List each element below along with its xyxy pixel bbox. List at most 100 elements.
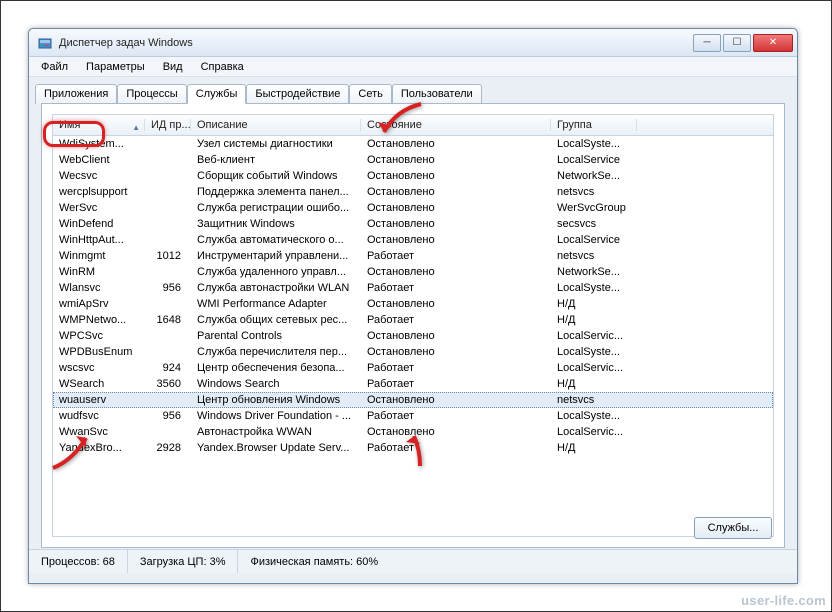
- cell-desc: Служба удаленного управл...: [191, 266, 361, 278]
- cell-name: WerSvc: [53, 202, 145, 214]
- tab-2[interactable]: Службы: [187, 84, 247, 104]
- cell-group: LocalSyste...: [551, 346, 773, 358]
- menu-file[interactable]: Файл: [33, 59, 76, 75]
- column-state[interactable]: Состояние: [361, 119, 551, 131]
- cell-state: Остановлено: [361, 298, 551, 310]
- cell-name: WMPNetwo...: [53, 314, 145, 326]
- service-row[interactable]: YandexBro...2928Yandex.Browser Update Se…: [53, 440, 773, 456]
- cell-state: Остановлено: [361, 218, 551, 230]
- service-row[interactable]: WerSvcСлужба регистрации ошибо...Останов…: [53, 200, 773, 216]
- tab-5[interactable]: Пользователи: [392, 84, 482, 104]
- services-panel: Имя▲ ИД пр... Описание Состояние Группа …: [41, 103, 785, 548]
- cell-desc: Автонастройка WWAN: [191, 426, 361, 438]
- menu-options[interactable]: Параметры: [78, 59, 153, 75]
- cell-state: Остановлено: [361, 202, 551, 214]
- service-row[interactable]: WPDBusEnumСлужба перечислителя пер...Ост…: [53, 344, 773, 360]
- cell-group: netsvcs: [551, 394, 773, 406]
- cell-state: Работает: [361, 410, 551, 422]
- column-name[interactable]: Имя▲: [53, 119, 145, 131]
- cell-name: WebClient: [53, 154, 145, 166]
- status-processes: Процессов: 68: [29, 550, 128, 573]
- table-header: Имя▲ ИД пр... Описание Состояние Группа: [53, 115, 773, 136]
- cell-name: Wlansvc: [53, 282, 145, 294]
- cell-desc: Поддержка элемента панел...: [191, 186, 361, 198]
- cell-group: NetworkSe...: [551, 170, 773, 182]
- status-bar: Процессов: 68 Загрузка ЦП: 3% Физическая…: [29, 549, 797, 573]
- cell-name: WPCSvc: [53, 330, 145, 342]
- cell-group: LocalSyste...: [551, 282, 773, 294]
- service-row[interactable]: WinDefend Защитник WindowsОстановленоsecs…: [53, 216, 773, 232]
- cell-state: Работает: [361, 282, 551, 294]
- cell-name: WinDefend: [53, 218, 145, 230]
- tab-3[interactable]: Быстродействие: [246, 84, 349, 104]
- cell-pid: 3560: [145, 378, 191, 390]
- minimize-button[interactable]: ─: [693, 34, 721, 52]
- cell-group: Н/Д: [551, 378, 773, 390]
- services-button[interactable]: Службы...: [694, 517, 772, 539]
- cell-pid: 2928: [145, 442, 191, 454]
- service-row[interactable]: WecsvcСборщик событий WindowsОстановлено…: [53, 168, 773, 184]
- service-row[interactable]: wercplsupport Поддержка элемента панел...…: [53, 184, 773, 200]
- column-group[interactable]: Группа: [551, 119, 637, 131]
- service-row[interactable]: WebClientВеб-клиентОстановленоLocalServi…: [53, 152, 773, 168]
- cell-name: wmiApSrv: [53, 298, 145, 310]
- service-row[interactable]: WinHttpAut...Служба автоматического о...…: [53, 232, 773, 248]
- tab-0[interactable]: Приложения: [35, 84, 117, 104]
- service-row[interactable]: Wlansvc956Служба автонастройки WLANРабот…: [53, 280, 773, 296]
- sort-indicator-icon: ▲: [132, 123, 140, 131]
- app-icon: [37, 35, 53, 51]
- service-row[interactable]: WSearch3560Windows SearchРаботаетН/Д: [53, 376, 773, 392]
- cell-group: LocalService: [551, 154, 773, 166]
- cell-name: wercplsupport: [53, 186, 145, 198]
- titlebar[interactable]: Диспетчер задач Windows ─ ☐ ✕: [29, 29, 797, 57]
- cell-pid: 956: [145, 410, 191, 422]
- cell-state: Работает: [361, 362, 551, 374]
- cell-group: secsvcs: [551, 218, 773, 230]
- cell-state: Работает: [361, 314, 551, 326]
- cell-group: LocalSyste...: [551, 410, 773, 422]
- menu-help[interactable]: Справка: [193, 59, 252, 75]
- service-row[interactable]: wudfsvc956Windows Driver Foundation - ..…: [53, 408, 773, 424]
- window-title: Диспетчер задач Windows: [59, 37, 693, 49]
- service-row[interactable]: WinRMСлужба удаленного управл...Остановл…: [53, 264, 773, 280]
- maximize-button[interactable]: ☐: [723, 34, 751, 52]
- cell-pid: 956: [145, 282, 191, 294]
- tab-1[interactable]: Процессы: [117, 84, 186, 104]
- cell-group: LocalService: [551, 234, 773, 246]
- cell-state: Остановлено: [361, 186, 551, 198]
- cell-group: NetworkSe...: [551, 266, 773, 278]
- cell-name: WwanSvc: [53, 426, 145, 438]
- column-description[interactable]: Описание: [191, 119, 361, 131]
- service-row[interactable]: WdiSystem...Узел системы диагностикиОста…: [53, 136, 773, 152]
- cell-group: Н/Д: [551, 298, 773, 310]
- cell-state: Остановлено: [361, 154, 551, 166]
- cell-state: Остановлено: [361, 394, 551, 406]
- service-row[interactable]: wmiApSrvWMI Performance AdapterОстановле…: [53, 296, 773, 312]
- cell-group: netsvcs: [551, 250, 773, 262]
- service-row[interactable]: wuauservЦентр обновления WindowsОстановл…: [53, 392, 773, 408]
- cell-desc: Сборщик событий Windows: [191, 170, 361, 182]
- service-row[interactable]: WPCSvcParental ControlsОстановленоLocalS…: [53, 328, 773, 344]
- cell-name: WSearch: [53, 378, 145, 390]
- column-pid[interactable]: ИД пр...: [145, 119, 191, 131]
- cell-desc: Windows Driver Foundation - ...: [191, 410, 361, 422]
- cell-group: netsvcs: [551, 186, 773, 198]
- service-row[interactable]: Winmgmt1012Инструментарий управлени...Ра…: [53, 248, 773, 264]
- service-row[interactable]: WMPNetwo...1648Служба общих сетевых рес.…: [53, 312, 773, 328]
- cell-desc: Служба общих сетевых рес...: [191, 314, 361, 326]
- menu-view[interactable]: Вид: [155, 59, 191, 75]
- cell-desc: Windows Search: [191, 378, 361, 390]
- services-list[interactable]: WdiSystem...Узел системы диагностикиОста…: [53, 136, 773, 456]
- cell-desc: Служба автонастройки WLAN: [191, 282, 361, 294]
- service-row[interactable]: WwanSvcАвтонастройка WWANОстановленоLoca…: [53, 424, 773, 440]
- tab-4[interactable]: Сеть: [349, 84, 391, 104]
- tabs: ПриложенияПроцессыСлужбыБыстродействиеСе…: [35, 83, 791, 103]
- close-button[interactable]: ✕: [753, 34, 793, 52]
- cell-state: Работает: [361, 250, 551, 262]
- cell-state: Остановлено: [361, 138, 551, 150]
- cell-desc: Защитник Windows: [191, 218, 361, 230]
- cell-state: Остановлено: [361, 426, 551, 438]
- cell-desc: Parental Controls: [191, 330, 361, 342]
- service-row[interactable]: wscsvc924Центр обеспечения безопа...Рабо…: [53, 360, 773, 376]
- cell-state: Остановлено: [361, 170, 551, 182]
